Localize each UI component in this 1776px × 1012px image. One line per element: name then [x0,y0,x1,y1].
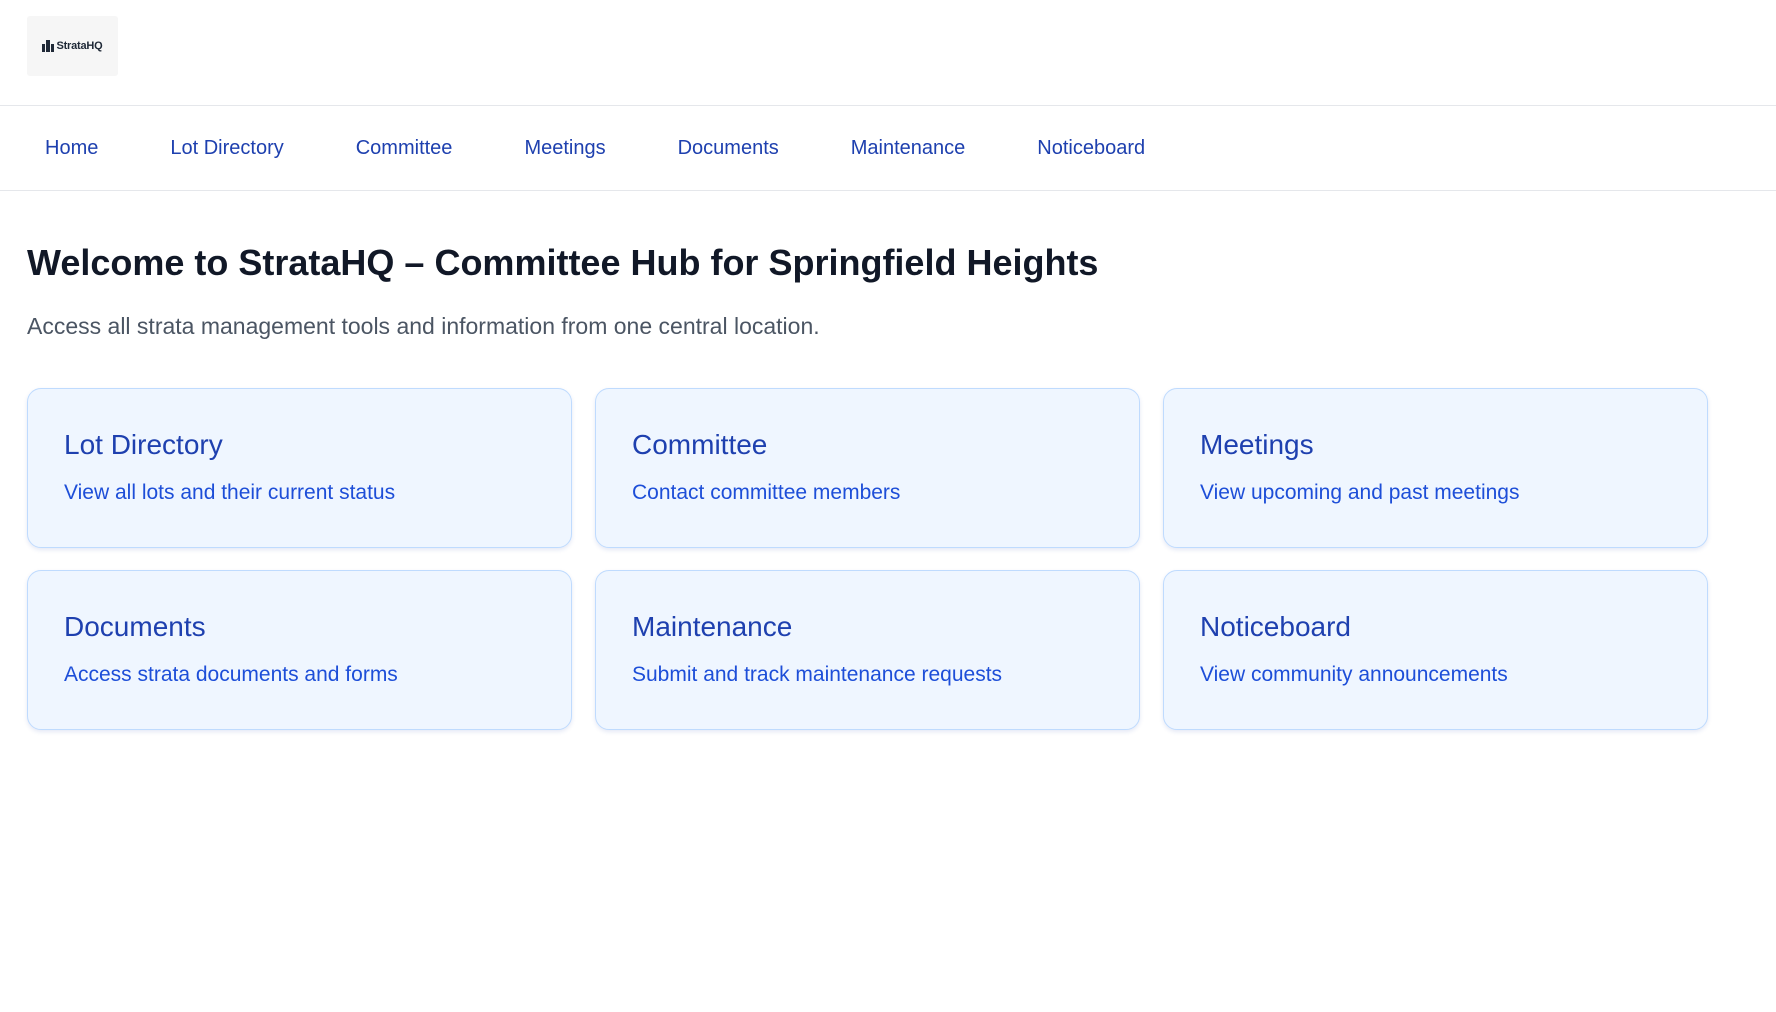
card-title: Documents [64,610,206,642]
card-description: Submit and track maintenance requests [632,662,1003,686]
card-meetings[interactable]: Meetings View upcoming and past meetings [1163,387,1708,548]
card-title: Maintenance [632,610,793,642]
nav-item-meetings[interactable]: Meetings [524,137,605,160]
card-description: Access strata documents and forms [64,662,398,686]
card-title: Committee [632,428,768,460]
logo-text: StrataHQ [56,40,103,52]
building-icon [42,40,55,52]
card-title: Lot Directory [64,428,223,460]
nav-item-lot-directory[interactable]: Lot Directory [170,137,283,160]
card-noticeboard[interactable]: Noticeboard View community announcements [1163,569,1708,730]
page-title: Welcome to StrataHQ – Committee Hub for … [27,242,1099,283]
main-nav: Home Lot Directory Committee Meetings Do… [0,106,1776,191]
nav-item-maintenance[interactable]: Maintenance [851,137,966,160]
card-title: Meetings [1200,428,1314,460]
site-header: StrataHQ [0,0,1776,106]
site-logo[interactable]: StrataHQ [27,16,118,76]
card-description: View all lots and their current status [64,480,396,504]
card-description: Contact committee members [632,480,901,504]
page-subtitle: Access all strata management tools and i… [27,312,820,339]
nav-item-home[interactable]: Home [45,137,98,160]
card-committee[interactable]: Committee Contact committee members [595,387,1140,548]
feature-cards: Lot Directory View all lots and their cu… [27,387,1749,730]
card-description: View upcoming and past meetings [1200,480,1520,504]
nav-item-documents[interactable]: Documents [678,137,779,160]
card-title: Noticeboard [1200,610,1351,642]
card-maintenance[interactable]: Maintenance Submit and track maintenance… [595,569,1140,730]
nav-item-committee[interactable]: Committee [356,137,453,160]
card-lot-directory[interactable]: Lot Directory View all lots and their cu… [27,387,572,548]
card-documents[interactable]: Documents Access strata documents and fo… [27,569,572,730]
card-description: View community announcements [1200,662,1508,686]
nav-item-noticeboard[interactable]: Noticeboard [1037,137,1145,160]
main-content: Welcome to StrataHQ – Committee Hub for … [0,191,1776,730]
